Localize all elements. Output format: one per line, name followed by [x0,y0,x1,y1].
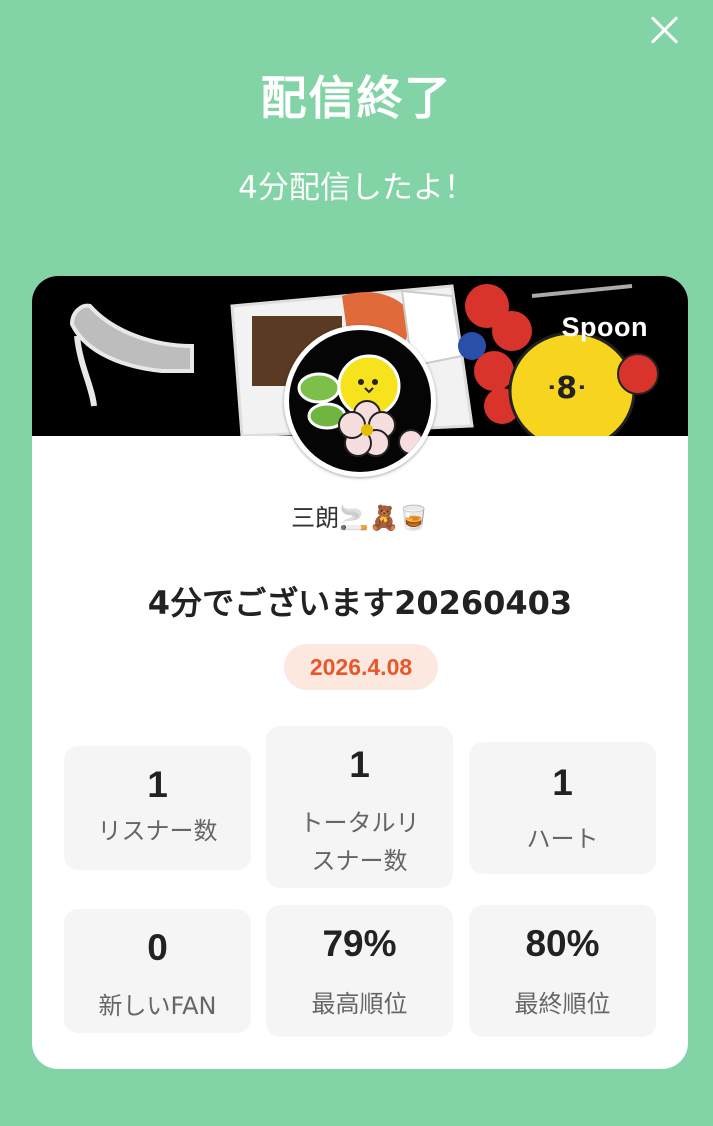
stat-value: 1 [147,764,168,805]
stat-value: 1 [552,762,573,803]
stat-listeners: 1 リスナー数 [64,746,251,870]
avatar-illustration-icon [297,354,424,457]
stat-value: 80% [525,923,600,964]
svg-text:ᐧ8ᐧ: ᐧ8ᐧ [547,371,586,406]
close-icon[interactable] [646,12,682,48]
stat-value: 0 [147,927,168,968]
avatar [284,325,436,477]
stat-total-listeners: 1 トータルリ スナー数 [266,726,453,888]
stat-value: 79% [322,923,397,964]
stat-value: 1 [349,744,370,785]
date-badge: 2026.4.08 [284,644,438,690]
summary-card: ᐧ8ᐧ Spoon 三朗🚬🧸🥃 4分でございます20260403 2026.4.… [32,276,688,1069]
stat-label: リスナー数 [97,817,218,845]
stat-new-fans: 0 新しいFAN [64,909,251,1033]
stat-label: 新しいFAN [98,992,217,1020]
username: 三朗🚬🧸🥃 [291,504,429,532]
stat-final-rank: 80% 最終順位 [469,905,656,1037]
stat-label: 最終順位 [514,990,611,1018]
stat-hearts: 1 ハート [469,742,656,874]
brand-logo: Spoon [561,312,648,342]
page-subtitle: 4分配信したよ！ [238,170,475,206]
stat-label-line1: トータルリ [299,809,420,837]
stat-label: ハート [526,825,599,853]
stat-label-line2: スナー数 [311,847,408,875]
stat-best-rank: 79% 最高順位 [266,905,453,1037]
page-title: 配信終了 [260,71,453,125]
stat-label: 最高順位 [311,990,408,1018]
live-title: 4分でございます20260403 [147,584,573,622]
